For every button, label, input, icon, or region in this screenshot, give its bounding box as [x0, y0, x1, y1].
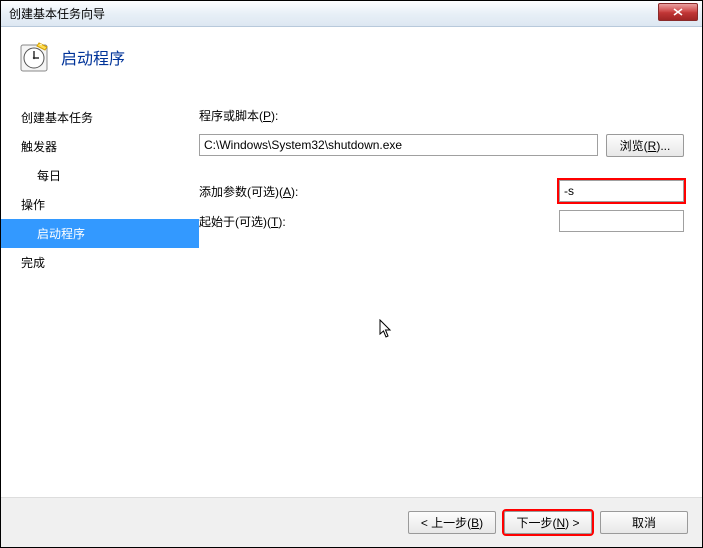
args-label: 添加参数(可选)(A):: [199, 183, 364, 200]
startin-row: 起始于(可选)(T):: [199, 209, 684, 233]
program-script-input-row: 浏览(R)...: [199, 133, 684, 157]
program-script-input[interactable]: [199, 134, 598, 156]
main-form: 程序或脚本(P): 浏览(R)... 添加参数(可选)(A): 起始于(可选)(…: [199, 101, 702, 497]
program-script-label: 程序或脚本(P):: [199, 107, 364, 124]
sidebar: 创建基本任务 触发器 每日 操作 启动程序 完成: [1, 101, 199, 497]
footer: < 上一步(B) 下一步(N) > 取消: [1, 497, 702, 547]
browse-button[interactable]: 浏览(R)...: [606, 134, 684, 157]
sidebar-item-action[interactable]: 操作: [13, 190, 199, 219]
clock-icon: [19, 41, 51, 73]
args-input[interactable]: [559, 180, 684, 202]
page-title: 启动程序: [61, 45, 125, 69]
next-button[interactable]: 下一步(N) >: [504, 511, 592, 534]
back-button[interactable]: < 上一步(B): [408, 511, 496, 534]
content-area: 启动程序 创建基本任务 触发器 每日 操作 启动程序 完成 程序或脚本(P): …: [1, 27, 702, 547]
program-script-label-row: 程序或脚本(P):: [199, 103, 684, 127]
cancel-button[interactable]: 取消: [600, 511, 688, 534]
titlebar: 创建基本任务向导: [1, 1, 702, 27]
sidebar-item-daily[interactable]: 每日: [13, 161, 199, 190]
close-button[interactable]: [658, 3, 698, 21]
startin-label: 起始于(可选)(T):: [199, 213, 364, 230]
sidebar-item-basic-task[interactable]: 创建基本任务: [13, 103, 199, 132]
sidebar-item-trigger[interactable]: 触发器: [13, 132, 199, 161]
wizard-window: 创建基本任务向导 启动程序 创建基本任务 触发器 每日: [0, 0, 703, 548]
args-row: 添加参数(可选)(A):: [199, 179, 684, 203]
body: 创建基本任务 触发器 每日 操作 启动程序 完成 程序或脚本(P): 浏览(R)…: [1, 101, 702, 497]
sidebar-item-finish[interactable]: 完成: [13, 248, 199, 277]
close-icon: [673, 8, 683, 16]
window-title: 创建基本任务向导: [9, 5, 105, 22]
startin-input[interactable]: [559, 210, 684, 232]
header: 启动程序: [1, 27, 702, 101]
sidebar-item-start-program[interactable]: 启动程序: [1, 219, 199, 248]
